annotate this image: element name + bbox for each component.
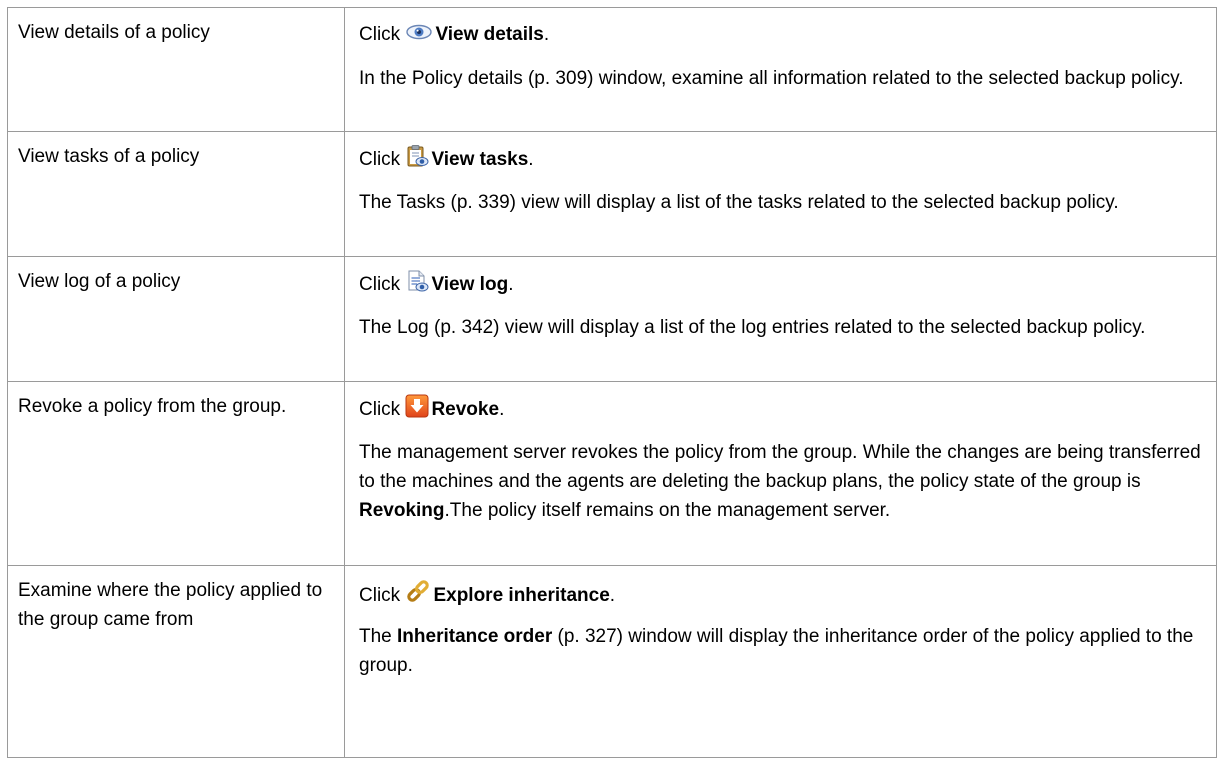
eye-icon[interactable] [405,23,433,43]
action-cell: View log of a policy [7,256,345,382]
action-cell: Examine where the policy applied to the … [7,565,345,758]
click-instruction: Click Revoke. [359,394,1202,424]
action-cell: View details of a policy [7,7,345,132]
table-row: View log of a policy Click View log. The… [7,256,1217,382]
description-cell: Click View log. The Log (p. 342) view wi… [344,256,1217,382]
clipboard-tasks-icon[interactable] [405,144,429,168]
description-cell: Click View tasks. The Tasks (p. 339) vie… [344,131,1217,257]
description-part: .The policy itself remains on the manage… [444,500,891,521]
click-instruction: Click View log. [359,269,1202,299]
revoking-state: Revoking [359,500,445,521]
view-details-command[interactable]: View details [435,24,543,45]
click-instruction: Click Explore inheritance. [359,578,1202,608]
punctuation: . [609,585,616,606]
policy-operations-table: View details of a policy Click View deta… [7,7,1217,758]
action-text: Revoke a policy from the group. [18,396,287,417]
table-row: View tasks of a policy Click View tasks. [7,131,1217,257]
table-row: Revoke a policy from the group. Click Re… [7,381,1217,566]
view-tasks-command[interactable]: View tasks [431,149,528,170]
click-prefix: Click [359,24,401,45]
description-text: In the Policy details (p. 309) window, e… [359,64,1202,93]
view-log-command[interactable]: View log [431,274,508,295]
document-page: View details of a policy Click View deta… [0,0,1221,758]
description-text: The Tasks (p. 339) view will display a l… [359,188,1202,217]
revoke-arrow-icon[interactable] [405,394,429,418]
explore-inheritance-command[interactable]: Explore inheritance [433,585,609,606]
click-prefix: Click [359,399,401,420]
description-text: The Inheritance order (p. 327) window wi… [359,622,1202,680]
action-text: Examine where the policy applied to the … [18,580,323,630]
click-prefix: Click [359,585,401,606]
punctuation: . [528,149,534,170]
action-text: View tasks of a policy [18,146,200,167]
punctuation: . [508,274,514,295]
action-text: View details of a policy [18,22,210,43]
inheritance-order-link: Inheritance order [397,626,553,647]
chain-link-icon[interactable] [405,578,431,604]
description-part: In the Policy details (p. 309) window, e… [359,68,1184,89]
action-cell: Revoke a policy from the group. [7,381,345,566]
punctuation: . [499,399,505,420]
log-document-icon[interactable] [405,269,429,293]
description-part: The management server revokes the policy… [359,442,1201,492]
table-row: View details of a policy Click View deta… [7,7,1217,132]
click-instruction: Click View tasks. [359,144,1202,174]
description-text: The management server revokes the policy… [359,438,1202,525]
table-row: Examine where the policy applied to the … [7,565,1217,758]
description-part: The Log (p. 342) view will display a lis… [359,317,1146,338]
punctuation: . [543,24,550,45]
description-part: The Tasks (p. 339) view will display a l… [359,192,1119,213]
click-instruction: Click View details. [359,20,1202,50]
action-text: View log of a policy [18,271,181,292]
description-cell: Click Explore inheritance. The Inheritan… [344,565,1217,758]
revoke-command[interactable]: Revoke [431,399,499,420]
action-cell: View tasks of a policy [7,131,345,257]
description-text: The Log (p. 342) view will display a lis… [359,313,1202,342]
click-prefix: Click [359,274,401,295]
description-cell: Click View details. In the Policy detail… [344,7,1217,132]
click-prefix: Click [359,149,401,170]
description-cell: Click Revoke. The management server revo… [344,381,1217,566]
description-part: The [359,626,398,647]
